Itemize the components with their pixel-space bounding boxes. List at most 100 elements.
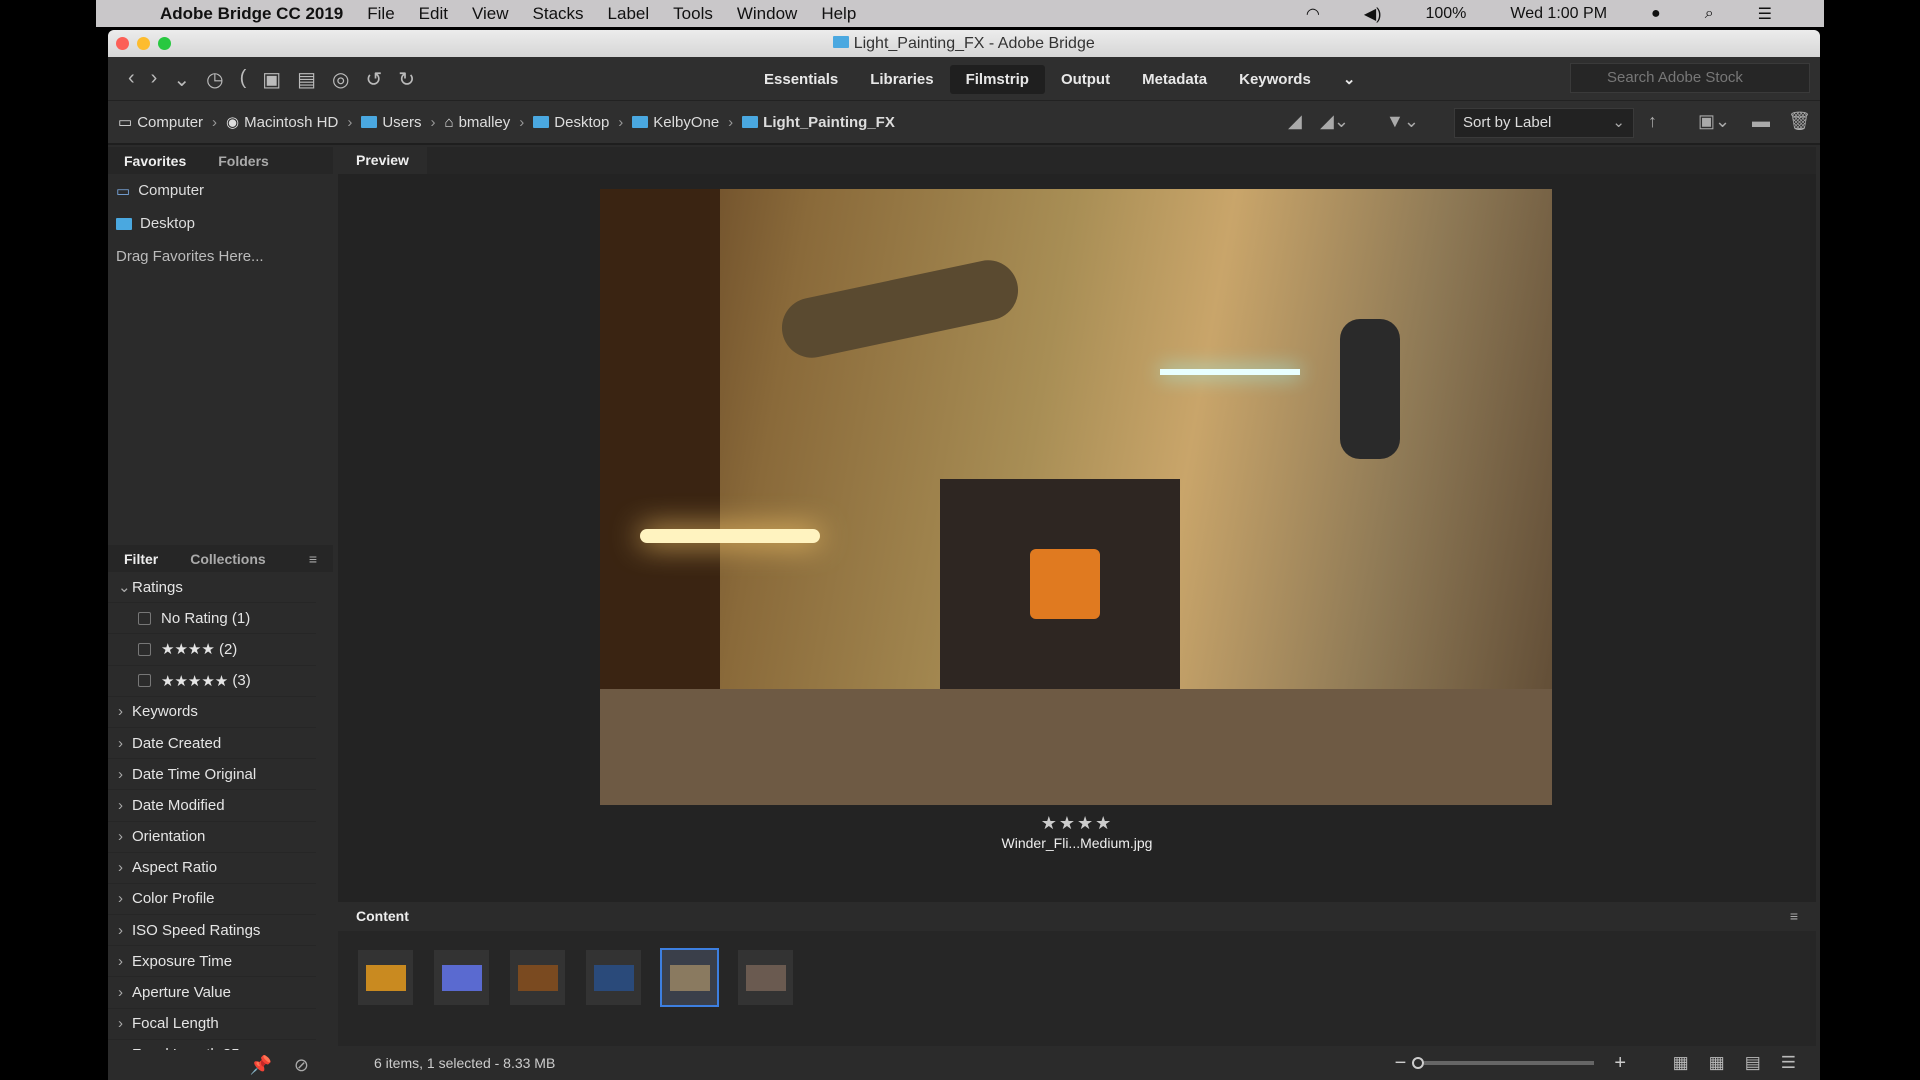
tab-filter[interactable]: Filter xyxy=(108,551,174,567)
filter-ratings[interactable]: ⌄ Ratings xyxy=(108,572,316,604)
menu-help[interactable]: Help xyxy=(821,4,856,24)
rating-option[interactable]: ★★★★★ (3) xyxy=(108,666,316,697)
user-icon[interactable]: ● xyxy=(1651,5,1661,23)
details-view-icon[interactable]: ▤ xyxy=(1745,1046,1761,1080)
preview-image[interactable] xyxy=(600,189,1552,805)
thumbnail[interactable] xyxy=(738,950,793,1005)
thumbnail-view-icon[interactable]: ▦ xyxy=(1709,1046,1725,1080)
thumbnail[interactable] xyxy=(510,950,565,1005)
sort-ascending-icon[interactable]: ↑ xyxy=(1648,111,1657,132)
camera-import-icon[interactable]: ▣ xyxy=(262,67,281,92)
tab-preview[interactable]: Preview xyxy=(338,147,427,174)
panel-menu-icon[interactable]: ≡ xyxy=(293,551,333,567)
workspace-filmstrip[interactable]: Filmstrip xyxy=(949,64,1045,94)
menu-file[interactable]: File xyxy=(367,4,394,24)
crumb-macintosh-hd[interactable]: ◉ Macintosh HD xyxy=(226,113,338,132)
menu-stacks[interactable]: Stacks xyxy=(533,4,584,24)
notification-icon[interactable]: ☰ xyxy=(1758,4,1772,24)
zoom-in-icon[interactable]: + xyxy=(1614,1046,1626,1080)
volume-icon[interactable]: ◀) xyxy=(1364,4,1382,24)
open-recent-icon[interactable]: ▣⌄ xyxy=(1698,111,1730,132)
menu-app[interactable]: Adobe Bridge CC 2019 xyxy=(160,4,343,24)
recent-dropdown-icon[interactable]: ⌄ xyxy=(173,67,190,92)
rating-option[interactable]: No Rating (1) xyxy=(108,603,316,635)
workspace-output[interactable]: Output xyxy=(1045,65,1126,94)
zoom-out-icon[interactable]: − xyxy=(1395,1046,1407,1080)
pin-icon[interactable]: 📌 xyxy=(249,1055,271,1076)
filter-category[interactable]: › Date Modified xyxy=(108,790,316,822)
thumbnail[interactable] xyxy=(358,950,413,1005)
workspace-keywords[interactable]: Keywords xyxy=(1223,65,1327,94)
filter-category[interactable]: › Aspect Ratio xyxy=(108,853,316,884)
workspace-more-icon[interactable]: ⌄ xyxy=(1327,64,1372,94)
workspace-essentials[interactable]: Essentials xyxy=(748,65,854,94)
menu-edit[interactable]: Edit xyxy=(419,4,448,24)
crumb-desktop[interactable]: Desktop xyxy=(533,114,609,131)
new-folder-icon[interactable]: ▬ xyxy=(1752,111,1770,132)
back-icon[interactable]: ‹ xyxy=(128,67,135,92)
crumb-computer[interactable]: ▭ Computer xyxy=(118,113,203,132)
favorite-desktop[interactable]: Desktop xyxy=(116,207,325,240)
menu-tools[interactable]: Tools xyxy=(673,4,713,24)
workspace-metadata[interactable]: Metadata xyxy=(1126,65,1223,94)
boomerang-icon[interactable]: ( xyxy=(240,67,247,92)
grid-lock-icon[interactable]: ▦ xyxy=(1673,1046,1689,1080)
thumbnail[interactable] xyxy=(434,950,489,1005)
close-button[interactable] xyxy=(116,37,129,50)
panel-menu-icon[interactable]: ≡ xyxy=(1772,902,1816,931)
thumbnail[interactable] xyxy=(660,948,719,1007)
rating-count: (3) xyxy=(232,672,251,690)
tab-favorites[interactable]: Favorites xyxy=(108,153,202,169)
rotate-left-icon[interactable]: ↺ xyxy=(366,67,383,92)
history-icon[interactable]: ◷ xyxy=(206,67,223,92)
rotate-right-icon[interactable]: ↻ xyxy=(398,67,415,92)
quality-icon[interactable]: ◢ xyxy=(1288,111,1302,132)
clear-filter-icon[interactable]: ⊘ xyxy=(294,1055,309,1076)
crumb-bmalley[interactable]: ⌂ bmalley xyxy=(445,114,511,131)
spotlight-icon[interactable]: ⌕ xyxy=(1705,5,1714,23)
workspace-switcher: Essentials Libraries Filmstrip Output Me… xyxy=(748,57,1371,101)
crumb-users[interactable]: Users xyxy=(361,114,422,131)
tab-folders[interactable]: Folders xyxy=(202,153,285,169)
favorite-computer[interactable]: ▭ Computer xyxy=(116,174,325,207)
crumb-kelbyone[interactable]: KelbyOne xyxy=(632,114,719,131)
minimize-button[interactable] xyxy=(137,37,150,50)
photoshop-icon[interactable]: ◎ xyxy=(332,67,349,92)
filter-category[interactable]: › Orientation xyxy=(108,822,316,853)
filter-category[interactable]: › ISO Speed Ratings xyxy=(108,915,316,947)
list-view-icon[interactable]: ☰ xyxy=(1781,1046,1796,1080)
menu-window[interactable]: Window xyxy=(737,4,797,24)
thumbnail[interactable] xyxy=(586,950,641,1005)
clock[interactable]: Wed 1:00 PM xyxy=(1510,5,1607,23)
thumbnail-size-slider[interactable] xyxy=(1412,1057,1595,1069)
zoom-button[interactable] xyxy=(158,37,171,50)
filter-category[interactable]: › Focal Length xyxy=(108,1009,316,1040)
wifi-icon[interactable]: ◠ xyxy=(1306,4,1320,24)
preview-rating[interactable]: ★★★★ xyxy=(338,813,1816,834)
forward-icon[interactable]: › xyxy=(151,67,158,92)
checkbox[interactable] xyxy=(138,642,151,656)
filter-category[interactable]: › Color Profile xyxy=(108,884,316,916)
search-stock-input[interactable]: Search Adobe Stock xyxy=(1570,63,1810,93)
refine-icon[interactable]: ▤ xyxy=(297,67,316,92)
tab-content[interactable]: Content xyxy=(338,902,427,931)
filter-category[interactable]: › Date Created xyxy=(108,728,316,760)
rating-filter-icon[interactable]: ◢⌄ xyxy=(1320,111,1349,132)
filter-label: Keywords xyxy=(132,703,198,721)
filter-category[interactable]: › Exposure Time xyxy=(108,946,316,978)
rating-option[interactable]: ★★★★ (2) xyxy=(108,634,316,666)
filter-category[interactable]: › Aperture Value xyxy=(108,977,316,1009)
crumb-light-painting-fx[interactable]: Light_Painting_FX xyxy=(742,114,895,131)
filter-category[interactable]: › Date Time Original xyxy=(108,759,316,791)
checkbox[interactable] xyxy=(138,611,151,625)
checkbox[interactable] xyxy=(138,674,151,688)
filter-items-icon[interactable]: ▼⌄ xyxy=(1386,111,1419,132)
menu-view[interactable]: View xyxy=(472,4,509,24)
trash-icon[interactable]: 🗑 xyxy=(1788,111,1811,132)
battery-percent[interactable]: 100% xyxy=(1425,5,1466,23)
workspace-libraries[interactable]: Libraries xyxy=(854,65,949,94)
sort-dropdown[interactable]: Sort by Label ⌄ xyxy=(1454,108,1634,138)
tab-collections[interactable]: Collections xyxy=(174,551,281,567)
menu-label[interactable]: Label xyxy=(608,4,650,24)
filter-category[interactable]: › Keywords xyxy=(108,697,316,728)
